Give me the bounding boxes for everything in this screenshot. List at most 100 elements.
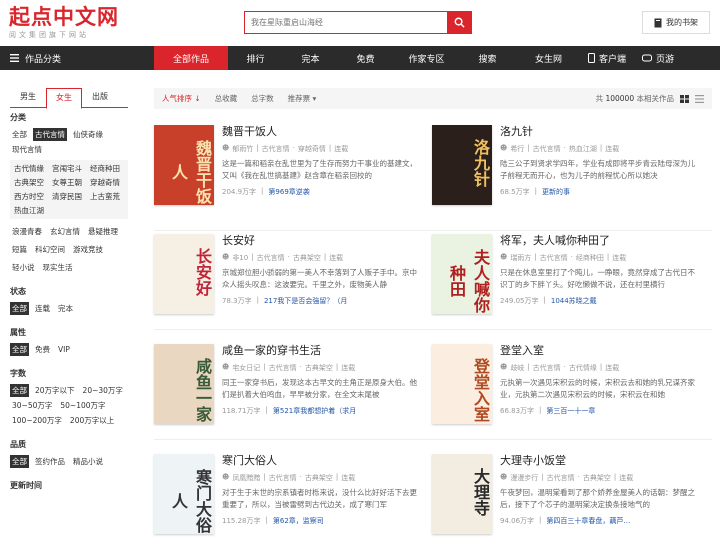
book-cover[interactable]: 咸鱼一家: [154, 344, 214, 424]
grid-view-icon[interactable]: [680, 94, 689, 103]
subcategory-tag[interactable]: 穿越奇情: [89, 177, 125, 188]
book-latest-update[interactable]: 第三百一十一章: [546, 406, 595, 416]
book-latest-update[interactable]: 217我下是否会強留？（月: [264, 296, 347, 306]
book-subcategory[interactable]: 经商种田: [576, 253, 604, 263]
filter-tag[interactable]: 玄幻言情: [48, 225, 82, 238]
tab-female[interactable]: 女生: [46, 88, 82, 109]
subcategory-tag[interactable]: 热血江湖: [13, 205, 49, 216]
tab-male[interactable]: 男生: [10, 88, 46, 107]
book-author[interactable]: 希行: [510, 144, 524, 154]
filter-tag[interactable]: 20~30万字: [81, 384, 125, 397]
bookshelf-button[interactable]: 我的书架: [642, 11, 710, 34]
book-latest-update[interactable]: 1044苏晓之戴: [551, 296, 597, 306]
book-author[interactable]: 歧岐: [510, 363, 524, 373]
book-category[interactable]: 古代言情: [269, 473, 297, 483]
list-view-icon[interactable]: [695, 94, 704, 103]
filter-tag-selected[interactable]: 全部: [10, 302, 29, 315]
filter-tag-selected[interactable]: 全部: [10, 455, 29, 468]
book-subcategory[interactable]: 热血江湖: [569, 144, 597, 154]
filter-tag[interactable]: VIP: [56, 343, 72, 356]
book-latest-update[interactable]: 第四百三十章春盘，藕芦…: [546, 516, 630, 526]
book-subcategory[interactable]: 古典架空: [305, 363, 333, 373]
filter-tag[interactable]: 游戏竞技: [71, 243, 105, 256]
filter-tag[interactable]: 科幻空间: [33, 243, 67, 256]
book-subcategory[interactable]: 古典架空: [583, 473, 611, 483]
book-latest-update[interactable]: 更新的事: [542, 187, 570, 197]
book-subcategory[interactable]: 古代情缘: [569, 363, 597, 373]
book-latest-update[interactable]: 第969章逆袭: [268, 187, 309, 197]
subcategory-tag[interactable]: 上古蛮荒: [89, 191, 125, 202]
book-title[interactable]: 魏晋干饭人: [222, 125, 424, 139]
nav-games[interactable]: 页游: [642, 46, 674, 70]
filter-tag-selected[interactable]: 全部: [10, 384, 29, 397]
nav-rank[interactable]: 排行: [228, 46, 283, 70]
sort-recommend[interactable]: 推荐票 ▾: [288, 93, 317, 104]
book-category[interactable]: 古代言情: [257, 253, 285, 263]
book-author[interactable]: 凤凰黯黯: [232, 473, 260, 483]
filter-tag[interactable]: 浪漫青春: [10, 225, 44, 238]
book-subcategory[interactable]: 穿越奇情: [298, 144, 326, 154]
book-subcategory[interactable]: 古典架空: [305, 473, 333, 483]
filter-tag[interactable]: 50~100万字: [58, 399, 107, 412]
filter-tag-selected[interactable]: 古代言情: [33, 128, 67, 141]
subcategory-tag[interactable]: 清穿民国: [51, 191, 87, 202]
book-category[interactable]: 古代言情: [540, 253, 568, 263]
subcategory-tag[interactable]: 宫闱宅斗: [51, 163, 87, 174]
subcategory-tag[interactable]: 经商种田: [89, 163, 125, 174]
nav-client[interactable]: 客户端: [588, 46, 626, 70]
filter-tag[interactable]: 轻小说: [10, 261, 37, 274]
nav-free[interactable]: 免费: [338, 46, 393, 70]
book-cover[interactable]: 大理寺: [432, 454, 492, 534]
search-button[interactable]: [447, 12, 471, 33]
subcategory-tag[interactable]: 古典架空: [13, 177, 49, 188]
book-title[interactable]: 长安好: [222, 234, 424, 248]
filter-tag[interactable]: 全部: [10, 128, 29, 141]
book-title[interactable]: 咸鱼一家的穿书生活: [222, 344, 424, 358]
book-title[interactable]: 将军，夫人喊你种田了: [500, 234, 702, 248]
book-category[interactable]: 古代言情: [547, 473, 575, 483]
book-latest-update[interactable]: 第521章我都想护着（求月: [273, 406, 356, 416]
book-title[interactable]: 大理寺小饭堂: [500, 454, 702, 468]
nav-female-site[interactable]: 女生网: [515, 46, 582, 70]
filter-tag[interactable]: 30~50万字: [10, 399, 54, 412]
filter-tag[interactable]: 现实生活: [41, 261, 75, 274]
nav-all-works[interactable]: 全部作品: [154, 46, 228, 70]
filter-tag-selected[interactable]: 全部: [10, 343, 29, 356]
book-title[interactable]: 登堂入室: [500, 344, 702, 358]
filter-tag[interactable]: 仙侠奇缘: [71, 128, 105, 141]
book-cover[interactable]: 魏晋干饭人: [154, 125, 214, 205]
sort-word-count[interactable]: 总字数: [251, 93, 274, 104]
subcategory-tag[interactable]: 女尊王朝: [51, 177, 87, 188]
book-cover[interactable]: 洛九针: [432, 125, 492, 205]
sort-collections[interactable]: 总收藏: [215, 93, 238, 104]
book-title[interactable]: 洛九针: [500, 125, 702, 139]
sort-popularity[interactable]: 人气排序 ↓: [162, 93, 201, 104]
filter-tag[interactable]: 精品小说: [71, 455, 105, 468]
book-cover[interactable]: 登堂入室: [432, 344, 492, 424]
book-category[interactable]: 古代言情: [269, 363, 297, 373]
filter-tag[interactable]: 100~200万字: [10, 414, 64, 427]
subcategory-tag[interactable]: 古代情缘: [13, 163, 49, 174]
book-cover[interactable]: 寒门大俗人: [154, 454, 214, 534]
book-latest-update[interactable]: 第62章，监察司: [273, 516, 324, 526]
site-logo[interactable]: 起点中文网 阅文集团旗下网站: [9, 5, 119, 40]
nav-finished[interactable]: 完本: [283, 46, 338, 70]
filter-tag[interactable]: 200万字以上: [68, 414, 116, 427]
search-input[interactable]: [245, 12, 447, 33]
book-author[interactable]: 非10: [232, 253, 248, 263]
book-author[interactable]: 郁雨竹: [232, 144, 253, 154]
filter-tag[interactable]: 现代言情: [10, 143, 44, 156]
subcategory-tag[interactable]: 西方时空: [13, 191, 49, 202]
tab-publish[interactable]: 出版: [82, 88, 118, 107]
filter-tag[interactable]: 悬疑推理: [86, 225, 120, 238]
book-category[interactable]: 古代言情: [262, 144, 290, 154]
book-category[interactable]: 古代言情: [533, 363, 561, 373]
filter-tag[interactable]: 完本: [56, 302, 75, 315]
nav-search[interactable]: 搜索: [460, 46, 515, 70]
filter-tag[interactable]: 20万字以下: [33, 384, 77, 397]
book-author[interactable]: 宅女日记: [232, 363, 260, 373]
book-subcategory[interactable]: 古典架空: [293, 253, 321, 263]
filter-tag[interactable]: 签约作品: [33, 455, 67, 468]
book-author[interactable]: 漫漫步行: [510, 473, 538, 483]
book-cover[interactable]: 夫人喊你种田: [432, 234, 492, 314]
